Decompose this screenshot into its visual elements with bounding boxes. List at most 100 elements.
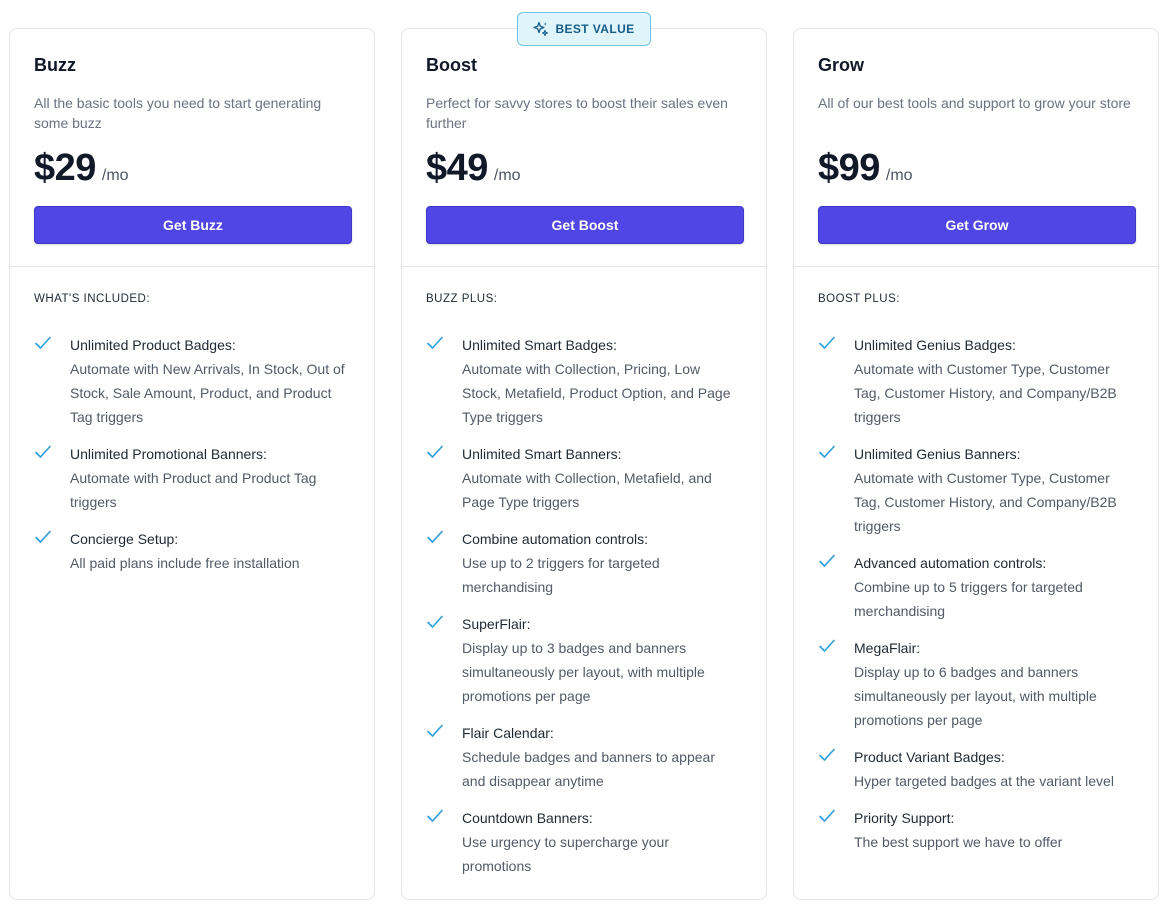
feature-title: Concierge Setup: [70, 531, 179, 547]
plan-features: BOOST PLUS: Unlimited Genius Badges: Auto… [794, 267, 1158, 854]
feature-description: All paid plans include free installation [70, 555, 300, 571]
feature-text: Unlimited Promotional Banners: Automate w… [70, 442, 350, 514]
price-period: /mo [885, 167, 913, 184]
plan-description: Perfect for savvy stores to boost their … [426, 95, 728, 131]
price-row: $49 /mo [426, 147, 742, 191]
features-section-label: WHAT'S INCLUDED: [34, 293, 151, 305]
best-value-badge: BEST VALUE [517, 12, 651, 46]
plan-description: All of our best tools and support to gro… [818, 95, 1131, 111]
feature-title: SuperFlair: [462, 616, 531, 632]
feature-item: Unlimited Product Badges: Automate with N… [34, 333, 350, 429]
feature-item: Unlimited Genius Badges: Automate with Cu… [818, 333, 1134, 429]
features-section-label: BUZZ PLUS: [426, 293, 498, 305]
feature-description: Automate with Product and Product Tag tr… [70, 470, 317, 510]
feature-item: Concierge Setup: All paid plans include f… [34, 527, 350, 575]
feature-list: Unlimited Smart Badges: Automate with Col… [426, 333, 742, 878]
check-icon [426, 444, 446, 514]
feature-description: Use urgency to supercharge your promotio… [462, 834, 669, 874]
feature-description: Display up to 3 badges and banners simul… [462, 640, 705, 704]
feature-text: SuperFlair: Display up to 3 badges and ba… [462, 612, 742, 708]
sparkles-icon [533, 21, 549, 37]
badge-label: BEST VALUE [555, 22, 635, 36]
price-period: /mo [101, 167, 129, 184]
feature-text: Combine automation controls: Use up to 2 … [462, 527, 742, 599]
feature-item: Priority Support: The best support we hav… [818, 806, 1134, 854]
feature-list: Unlimited Genius Badges: Automate with Cu… [818, 333, 1134, 854]
get-boost-button[interactable]: Get Boost [426, 206, 744, 244]
feature-text: Unlimited Smart Badges: Automate with Col… [462, 333, 742, 429]
plan-description: All the basic tools you need to start ge… [34, 95, 322, 131]
feature-item: Unlimited Genius Banners: Automate with C… [818, 442, 1134, 538]
feature-title: Unlimited Product Badges: [70, 337, 236, 353]
feature-text: Priority Support: The best support we hav… [854, 806, 1062, 854]
pricing-page: Buzz All the basic tools you need to sta… [0, 0, 1171, 906]
check-icon [818, 553, 838, 623]
feature-item: Unlimited Smart Badges: Automate with Col… [426, 333, 742, 429]
feature-item: Advanced automation controls: Combine up … [818, 551, 1134, 623]
feature-item: MegaFlair: Display up to 6 badges and ban… [818, 636, 1134, 732]
feature-title: Unlimited Promotional Banners: [70, 446, 267, 462]
feature-item: Flair Calendar: Schedule badges and banne… [426, 721, 742, 793]
plan-header: Grow All of our best tools and support t… [794, 29, 1158, 267]
feature-description: Hyper targeted badges at the variant lev… [854, 773, 1114, 789]
feature-item: Unlimited Smart Banners: Automate with Co… [426, 442, 742, 514]
feature-item: Product Variant Badges: Hyper targeted ba… [818, 745, 1134, 793]
plan-price: $29 [34, 147, 96, 189]
feature-title: Flair Calendar: [462, 725, 554, 741]
feature-description: Use up to 2 triggers for targeted mercha… [462, 555, 660, 595]
check-icon [426, 335, 446, 429]
plan-card-grow: Grow All of our best tools and support t… [793, 28, 1159, 900]
price-row: $29 /mo [34, 147, 350, 191]
check-icon [34, 444, 54, 514]
check-icon [426, 808, 446, 878]
check-icon [426, 723, 446, 793]
feature-description: Schedule badges and banners to appear an… [462, 749, 715, 789]
feature-title: Countdown Banners: [462, 810, 593, 826]
feature-description: Automate with Customer Type, Customer Ta… [854, 470, 1117, 534]
feature-text: Countdown Banners: Use urgency to superch… [462, 806, 742, 878]
get-grow-button[interactable]: Get Grow [818, 206, 1136, 244]
check-icon [426, 614, 446, 708]
check-icon [818, 638, 838, 732]
price-period: /mo [493, 167, 521, 184]
plan-header: Buzz All the basic tools you need to sta… [10, 29, 374, 267]
features-section-label: BOOST PLUS: [818, 293, 900, 305]
feature-description: Automate with Customer Type, Customer Ta… [854, 361, 1117, 425]
feature-description: The best support we have to offer [854, 834, 1063, 850]
feature-title: Unlimited Smart Badges: [462, 337, 617, 353]
feature-description: Combine up to 5 triggers for targeted me… [854, 579, 1083, 619]
plan-name: Boost [426, 55, 477, 75]
feature-title: Priority Support: [854, 810, 955, 826]
price-row: $99 /mo [818, 147, 1134, 191]
plan-name: Buzz [34, 55, 76, 75]
feature-text: Concierge Setup: All paid plans include f… [70, 527, 300, 575]
plan-price: $99 [818, 147, 880, 189]
feature-list: Unlimited Product Badges: Automate with N… [34, 333, 350, 575]
feature-text: Product Variant Badges: Hyper targeted ba… [854, 745, 1114, 793]
feature-title: Unlimited Smart Banners: [462, 446, 622, 462]
check-icon [818, 335, 838, 429]
feature-item: SuperFlair: Display up to 3 badges and ba… [426, 612, 742, 708]
feature-description: Automate with Collection, Metafield, and… [462, 470, 712, 510]
feature-title: MegaFlair: [854, 640, 921, 656]
get-buzz-button[interactable]: Get Buzz [34, 206, 352, 244]
feature-description: Display up to 6 badges and banners simul… [854, 664, 1097, 728]
plan-card-buzz: Buzz All the basic tools you need to sta… [9, 28, 375, 900]
feature-title: Combine automation controls: [462, 531, 648, 547]
check-icon [818, 444, 838, 538]
feature-text: Unlimited Product Badges: Automate with N… [70, 333, 350, 429]
plan-features: WHAT'S INCLUDED: Unlimited Product Badge… [10, 267, 374, 575]
feature-item: Countdown Banners: Use urgency to superch… [426, 806, 742, 878]
feature-title: Advanced automation controls: [854, 555, 1047, 571]
feature-item: Combine automation controls: Use up to 2 … [426, 527, 742, 599]
feature-title: Unlimited Genius Badges: [854, 337, 1016, 353]
plan-price: $49 [426, 147, 488, 189]
feature-text: Advanced automation controls: Combine up … [854, 551, 1134, 623]
plan-features: BUZZ PLUS: Unlimited Smart Badges: Automa… [402, 267, 766, 878]
check-icon [34, 335, 54, 429]
feature-text: Unlimited Smart Banners: Automate with Co… [462, 442, 742, 514]
check-icon [818, 747, 838, 793]
feature-text: MegaFlair: Display up to 6 badges and ban… [854, 636, 1134, 732]
plan-header: Boost Perfect for savvy stores to boost … [402, 29, 766, 267]
feature-item: Unlimited Promotional Banners: Automate w… [34, 442, 350, 514]
